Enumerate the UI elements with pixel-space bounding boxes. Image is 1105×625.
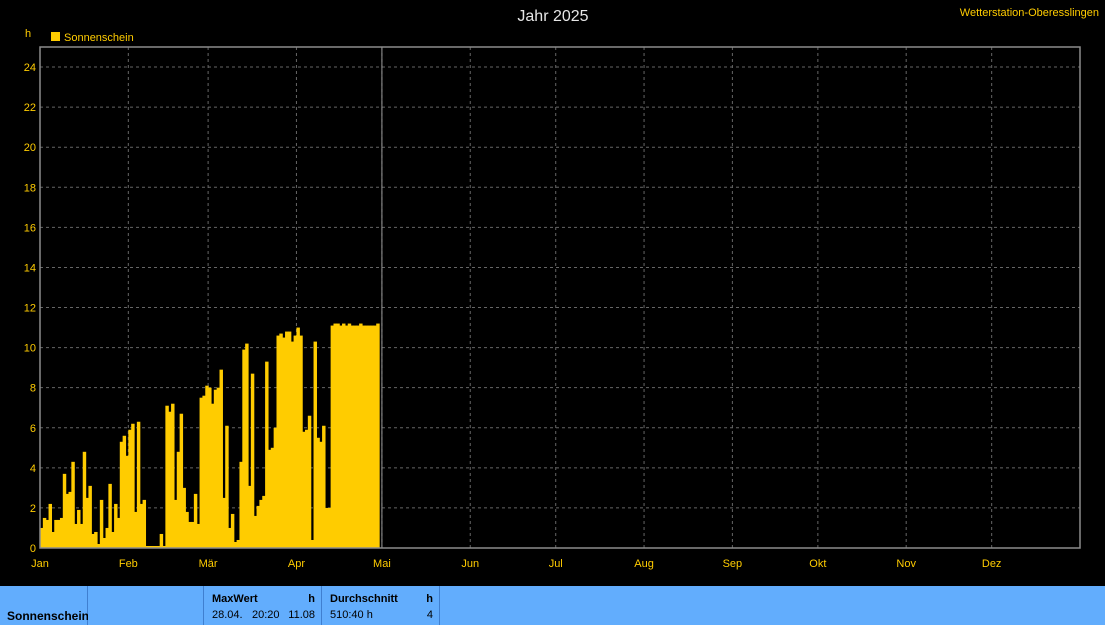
y-tick-label: 16: [24, 222, 36, 234]
x-tick-label: Dez: [982, 558, 1002, 570]
sunshine-bar: [159, 533, 164, 548]
x-tick-label: Nov: [896, 558, 916, 570]
footer-avg-cell: Durchschnitt h 510:40 h 4: [322, 586, 440, 625]
y-tick-label: 18: [24, 182, 36, 194]
x-tick-label: Jun: [461, 558, 479, 570]
y-tick-label: 24: [24, 62, 36, 74]
bars: [40, 323, 380, 548]
max-unit: h: [308, 593, 315, 605]
footer-max-cell: MaxWert h 28.04. 20:20 11.08: [204, 586, 322, 625]
footer-row-label: Sonnenschein: [7, 609, 90, 623]
legend-swatch: [51, 32, 60, 41]
y-tick-label: 20: [24, 142, 36, 154]
chart-title: Jahr 2025: [517, 8, 588, 25]
y-tick-label: 0: [30, 543, 36, 555]
footer-label-cell: Sonnenschein: [0, 586, 90, 625]
y-tick-label: 8: [30, 383, 36, 395]
y-tick-label: 4: [30, 463, 36, 475]
x-tick-label: Okt: [809, 558, 826, 570]
x-tick-label: Sep: [723, 558, 743, 570]
x-ticks: Jan Feb Mär Apr Mai Jun Jul Aug Sep Okt Nov Dez: [31, 558, 1001, 570]
sunshine-bar: [376, 323, 380, 548]
y-axis-unit: h: [25, 28, 31, 40]
y-tick-label: 12: [24, 303, 36, 315]
grid: [40, 47, 1080, 548]
y-tick-label: 2: [30, 503, 36, 515]
y-tick-label: 14: [24, 262, 36, 274]
x-tick-label: Aug: [634, 558, 654, 570]
footer-fill-cell: [440, 586, 1105, 625]
x-tick-label: Apr: [288, 558, 305, 570]
chart-area: Jahr 2025 Wetterstation-Oberesslingen h …: [24, 7, 1099, 570]
y-ticks: 024681012141618202224: [24, 62, 36, 555]
x-tick-label: Jul: [549, 558, 563, 570]
max-time: 20:20: [252, 609, 280, 621]
x-tick-label: Feb: [119, 558, 138, 570]
avg-count: 4: [426, 609, 433, 621]
summary-footer: Sonnenschein MaxWert h 28.04. 20:20 11.0…: [0, 586, 1105, 625]
max-label: MaxWert: [212, 593, 258, 605]
x-tick-label: Mai: [373, 558, 391, 570]
avg-label: Durchschnitt: [330, 593, 398, 605]
plot-frame: [39, 46, 1081, 549]
x-tick-label: Mär: [199, 558, 218, 570]
x-tick-label: Jan: [31, 558, 49, 570]
station-name: Wetterstation-Oberesslingen: [960, 7, 1099, 19]
y-tick-label: 22: [24, 102, 36, 114]
y-tick-label: 10: [24, 343, 36, 355]
avg-unit: h: [426, 593, 433, 605]
sunshine-bar: [142, 499, 147, 548]
max-date: 28.04.: [212, 609, 243, 621]
max-value: 11.08: [288, 609, 315, 621]
y-tick-label: 6: [30, 423, 36, 435]
legend-label: Sonnenschein: [64, 32, 134, 44]
avg-value: 510:40 h: [330, 609, 373, 621]
sunshine-bar: [307, 415, 312, 548]
footer-empty-cell: [88, 586, 204, 625]
